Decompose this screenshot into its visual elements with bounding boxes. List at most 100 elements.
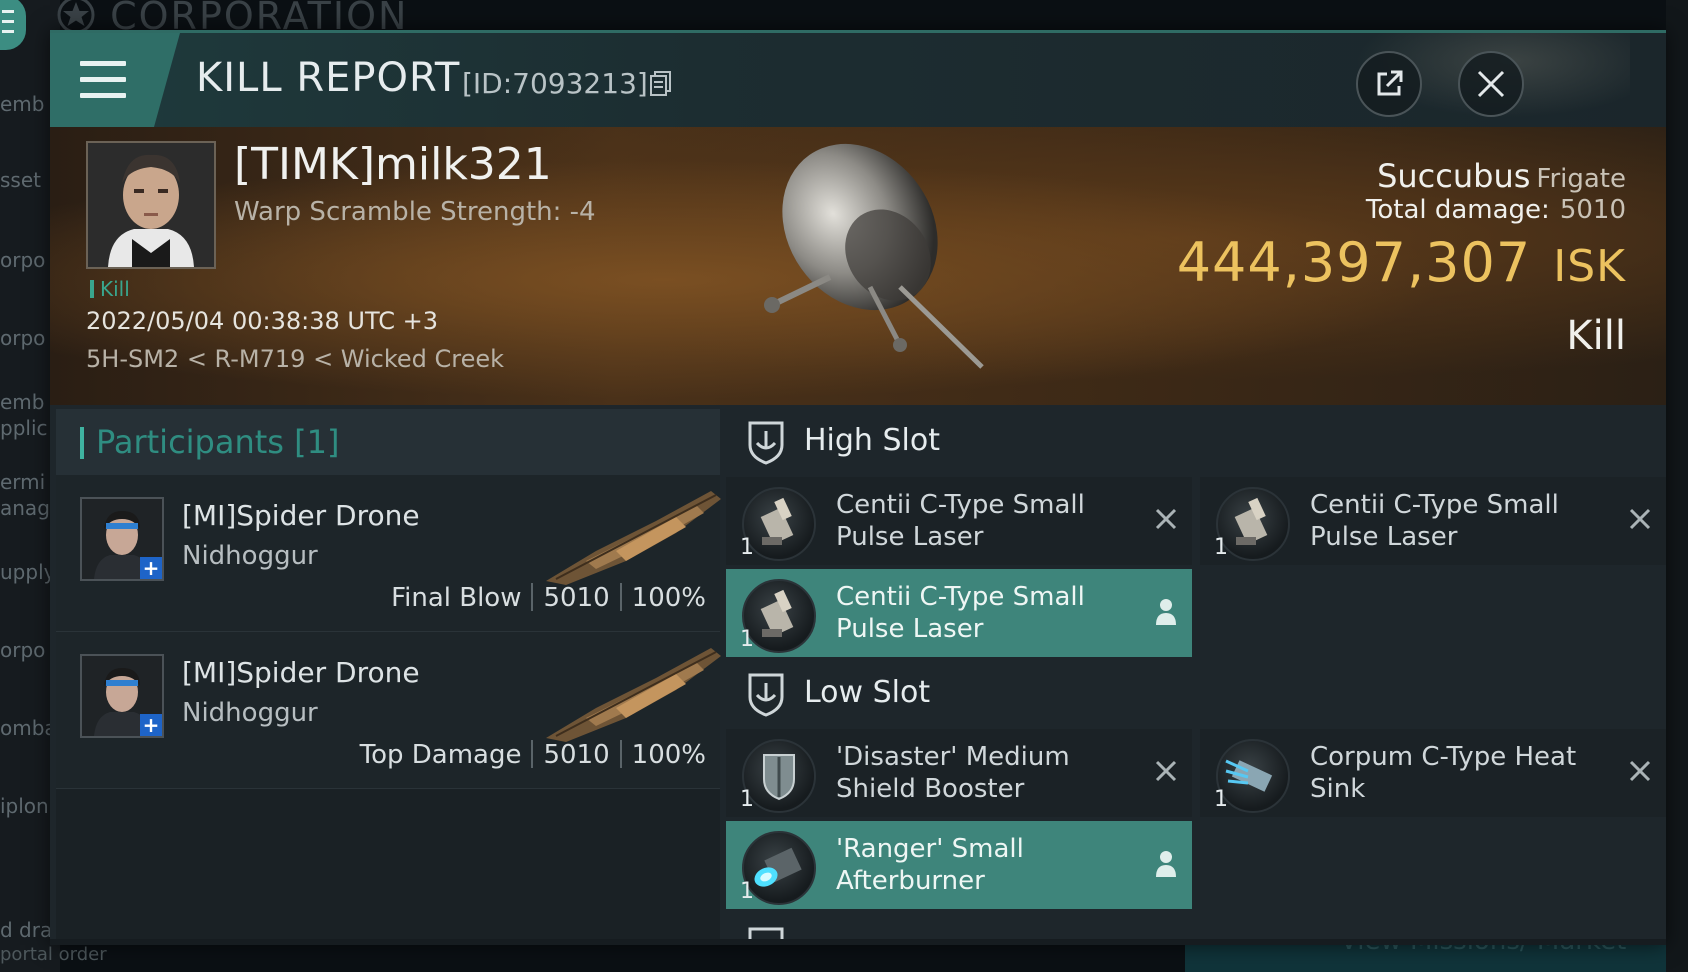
participant-name[interactable]: [MI]Spider Drone: [182, 499, 420, 532]
slot-item[interactable]: 1 'Ranger' Small Afterburner: [726, 821, 1192, 909]
destroyed-icon: [1629, 760, 1651, 782]
share-icon: [1377, 70, 1403, 96]
destroyed-icon: [1629, 508, 1651, 530]
victim-ship-image[interactable]: [750, 137, 1010, 377]
background-sidebar-item: anag: [0, 496, 50, 520]
slot-item-quantity: 1: [740, 535, 754, 560]
participant-stats: Final Blow 5010 100%: [391, 583, 706, 613]
background-sidebar-item: orpo: [0, 248, 46, 272]
participant-damage: 5010: [543, 740, 610, 770]
participant-percent: 100%: [631, 583, 706, 613]
hamburger-icon: [80, 77, 126, 82]
hamburger-icon: [80, 61, 126, 66]
participant-damage: 5010: [543, 583, 610, 613]
window-title: KILL REPORT: [196, 55, 461, 101]
isk-value: 444,397,307 ISK: [1177, 231, 1626, 294]
participant-row[interactable]: + [MI]Spider Drone Nidhoggur Top Damage 5…: [56, 632, 721, 789]
slot-item[interactable]: 1 Centii C-Type Small Pulse Laser: [726, 477, 1192, 565]
participants-header-accent: [80, 427, 84, 459]
background-sidebar-item: orpo: [0, 326, 46, 350]
isk-unit: ISK: [1553, 241, 1626, 292]
low-slot-header: Low Slot: [726, 661, 1666, 727]
kill-result-label: Kill: [1566, 313, 1626, 359]
slot-item-name: 'Disaster' Medium Shield Booster: [836, 742, 1070, 804]
window-bottom-edge: [50, 939, 1666, 945]
isk-amount: 444,397,307: [1176, 231, 1532, 294]
victim-ship-name[interactable]: Succubus Frigate: [1377, 157, 1626, 195]
slot-item-name: Centii C-Type Small Pulse Laser: [836, 490, 1085, 552]
high-slot-header: High Slot: [726, 409, 1666, 475]
total-damage: Total damage: 5010: [1366, 195, 1626, 225]
participant-ship: Nidhoggur: [182, 541, 318, 571]
participant-percent: 100%: [631, 740, 706, 770]
slot-item-quantity: 1: [1214, 535, 1228, 560]
high-slot-title: High Slot: [804, 423, 940, 458]
background-sidebar-item: emb: [0, 390, 45, 414]
slot-item-name: Centii C-Type Small Pulse Laser: [1310, 490, 1559, 552]
total-damage-label: Total damage:: [1365, 195, 1550, 225]
participant-name[interactable]: [MI]Spider Drone: [182, 656, 420, 689]
kill-tag: Kill: [90, 277, 130, 301]
participants-panel: Participants [1] + [MI]Spider Drone Nidh…: [56, 409, 721, 945]
background-menu-button[interactable]: [0, 0, 26, 50]
plus-icon: +: [140, 714, 162, 736]
participant-stats: Top Damage 5010 100%: [360, 740, 706, 770]
report-id: [ID:7093213]: [462, 67, 648, 100]
slot-item-name: 'Ranger' Small Afterburner: [836, 834, 1024, 896]
low-slot-icon: [748, 673, 784, 717]
background-sidebar-item: pplic: [0, 416, 48, 440]
background-sidebar-item: ermi: [0, 470, 46, 494]
background-sidebar-item: omba: [0, 716, 57, 740]
close-button[interactable]: [1458, 51, 1524, 117]
participant-avatar[interactable]: +: [80, 654, 164, 738]
participant-ship-image[interactable]: [526, 481, 726, 591]
destroyed-icon: [1155, 508, 1177, 530]
slot-item[interactable]: 1 Centii C-Type Small Pulse Laser: [1200, 477, 1666, 565]
slot-item[interactable]: 1 Centii C-Type Small Pulse Laser: [726, 569, 1192, 657]
window-titlebar: KILL REPORT [ID:7093213]: [50, 33, 1666, 127]
kill-datetime: 2022/05/04 00:38:38 UTC +3: [86, 307, 438, 335]
slot-item-quantity: 1: [740, 879, 754, 904]
slot-item-name: Centii C-Type Small Pulse Laser: [836, 582, 1085, 644]
participant-row[interactable]: + [MI]Spider Drone Nidhoggur Final Blow 5…: [56, 475, 721, 632]
slot-item-quantity: 1: [740, 627, 754, 652]
copy-icon[interactable]: [650, 71, 672, 97]
slot-item[interactable]: 1 Corpum C-Type Heat Sink: [1200, 729, 1666, 817]
menu-button[interactable]: [50, 33, 180, 127]
close-icon: [1477, 70, 1505, 98]
high-slot-icon: [748, 421, 784, 465]
participant-avatar[interactable]: +: [80, 497, 164, 581]
low-slot-title: Low Slot: [804, 675, 931, 710]
person-icon: [1156, 851, 1176, 877]
victim-portrait[interactable]: [86, 141, 216, 269]
background-sidebar-item: upply: [0, 560, 56, 584]
kill-location[interactable]: 5H-SM2 < R-M719 < Wicked Creek: [86, 345, 504, 373]
victim-name[interactable]: [TIMK]milk321: [234, 139, 552, 190]
slot-item-quantity: 1: [1214, 787, 1228, 812]
background-right-strip: [1666, 0, 1688, 972]
background-sidebar-item: iplon: [0, 794, 49, 818]
person-icon: [1156, 599, 1176, 625]
total-damage-value: 5010: [1559, 195, 1626, 225]
ship-class-text: Frigate: [1536, 164, 1626, 194]
background-sidebar-item: emb: [0, 92, 45, 116]
victim-warp-scramble: Warp Scramble Strength: -4: [234, 197, 596, 227]
background-sidebar-item: orpo: [0, 638, 46, 662]
hamburger-icon: [80, 93, 126, 98]
participants-title: Participants [1]: [96, 423, 340, 461]
background-sidebar-item: sset: [0, 168, 41, 192]
victim-banner: [TIMK]milk321 Warp Scramble Strength: -4…: [50, 127, 1666, 405]
slot-item[interactable]: 1 'Disaster' Medium Shield Booster: [726, 729, 1192, 817]
participant-ship: Nidhoggur: [182, 698, 318, 728]
participants-header: Participants [1]: [56, 409, 720, 475]
kill-report-window: KILL REPORT [ID:7093213] [TIMK]milk321 W…: [50, 30, 1666, 945]
slot-item-name: Corpum C-Type Heat Sink: [1310, 742, 1577, 804]
ship-name-text: Succubus: [1377, 157, 1531, 195]
fitting-panel: High Slot 1 Centii C-Type Small Pulse La…: [726, 409, 1666, 945]
slot-item-quantity: 1: [740, 787, 754, 812]
participant-role: Top Damage: [359, 740, 522, 770]
participant-ship-image[interactable]: [526, 638, 726, 748]
share-button[interactable]: [1356, 51, 1422, 117]
participant-role: Final Blow: [391, 583, 522, 613]
background-portal-order: portal order: [0, 944, 107, 965]
